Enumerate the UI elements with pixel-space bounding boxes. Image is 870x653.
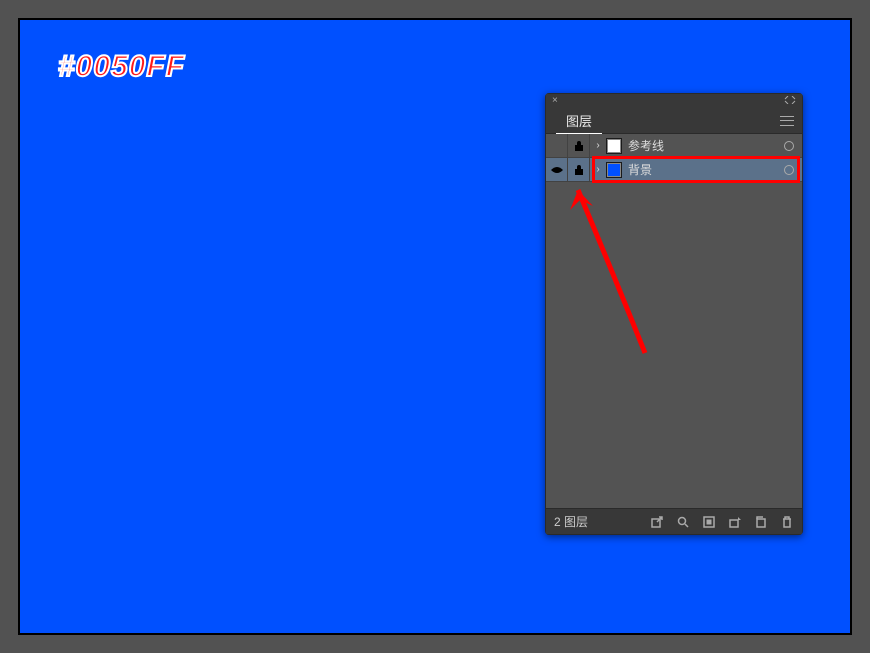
lock-icon[interactable] (568, 134, 590, 157)
layers-panel: × 图层 › 参考线 (545, 93, 803, 535)
visibility-toggle[interactable] (546, 134, 568, 157)
trash-icon[interactable] (780, 515, 794, 529)
layer-list: › 参考线 › 背景 (546, 134, 802, 508)
layer-count: 2 图层 (554, 513, 588, 530)
clip-mask-icon[interactable] (702, 515, 716, 529)
panel-footer: 2 图层 (546, 508, 802, 534)
chevron-right-icon[interactable]: › (590, 140, 606, 151)
color-hex-label: #0050FF (58, 50, 185, 84)
panel-titlebar: × (546, 94, 802, 108)
layer-name[interactable]: 参考线 (628, 137, 784, 154)
export-icon[interactable] (650, 515, 664, 529)
close-icon[interactable]: × (552, 96, 558, 106)
layer-name[interactable]: 背景 (628, 161, 784, 178)
locate-icon[interactable] (676, 515, 690, 529)
panel-menu-icon[interactable] (780, 116, 794, 126)
lock-icon[interactable] (568, 158, 590, 181)
chevron-right-icon[interactable]: › (590, 164, 606, 175)
panel-tabs: 图层 (546, 108, 802, 134)
layer-swatch (606, 162, 622, 178)
target-icon[interactable] (784, 141, 794, 151)
tab-layers[interactable]: 图层 (556, 108, 602, 134)
layer-row-background[interactable]: › 背景 (546, 158, 802, 182)
layer-row-guides[interactable]: › 参考线 (546, 134, 802, 158)
collapse-icon[interactable] (784, 96, 796, 106)
layer-swatch (606, 138, 622, 154)
new-layer-icon[interactable] (754, 515, 768, 529)
new-sublayer-icon[interactable] (728, 515, 742, 529)
target-icon[interactable] (784, 165, 794, 175)
visibility-toggle[interactable] (546, 158, 568, 181)
